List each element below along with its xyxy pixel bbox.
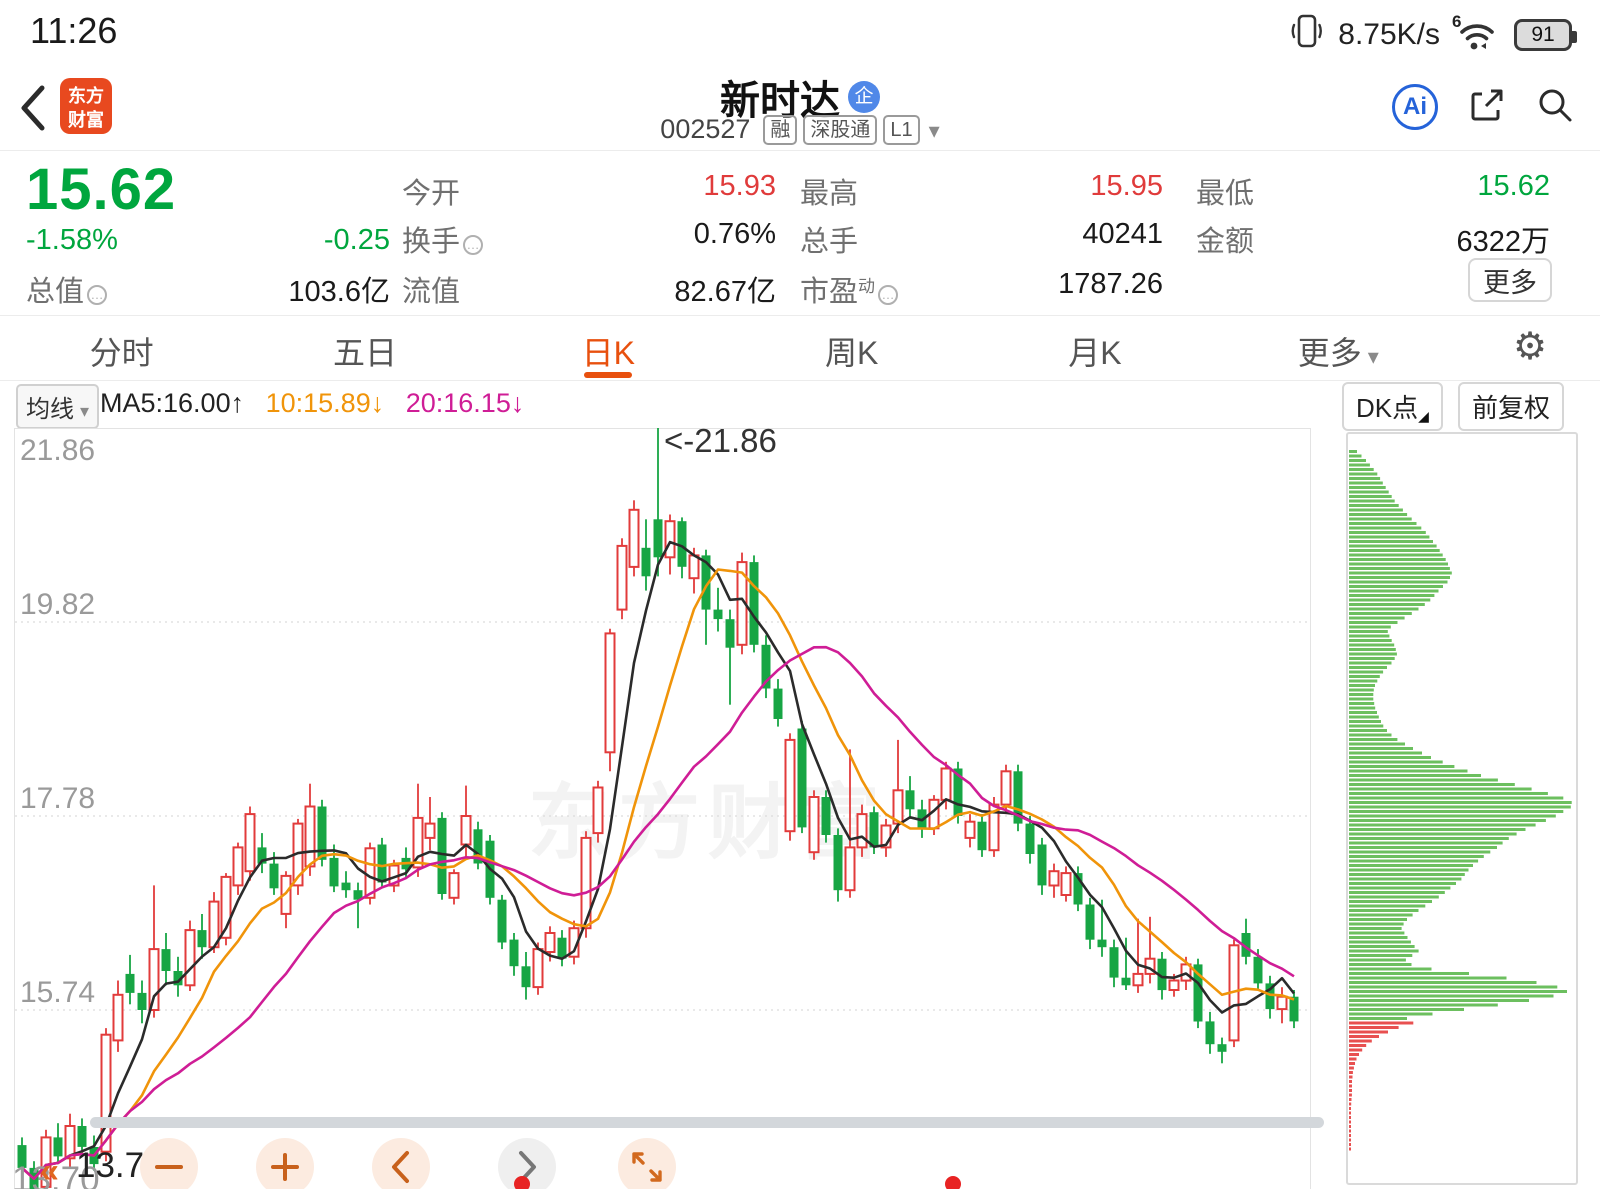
- axis-label-2: 19.82: [20, 588, 96, 621]
- high-price-annotation: <-21.86: [664, 422, 777, 459]
- chevron-left-icon: [392, 1151, 409, 1183]
- page-indicator-dot: [945, 1176, 961, 1189]
- chart-scrollbar[interactable]: [90, 1117, 1324, 1128]
- expand-arrows-icon: [632, 1152, 662, 1182]
- zoom-out-button[interactable]: [140, 1138, 198, 1189]
- candlestick-chart[interactable]: [0, 0, 1600, 1189]
- pan-left-button[interactable]: [372, 1138, 430, 1189]
- axis-label-4: 15.74: [20, 976, 96, 1009]
- axis-label-1: 21.86: [20, 434, 96, 467]
- minus-icon: [155, 1165, 183, 1169]
- zoom-in-button[interactable]: [256, 1138, 314, 1189]
- fullscreen-button[interactable]: [618, 1138, 676, 1189]
- stock-detail-screen: 11:26 8.75K/s 6 91 东方 财富 新时达 企 002527 融 …: [0, 0, 1600, 1189]
- axis-label-3: 17.78: [20, 782, 96, 815]
- notification-dot: [514, 1176, 530, 1189]
- drag-left-icon[interactable]: «: [40, 1152, 59, 1189]
- plus-icon: [271, 1153, 299, 1181]
